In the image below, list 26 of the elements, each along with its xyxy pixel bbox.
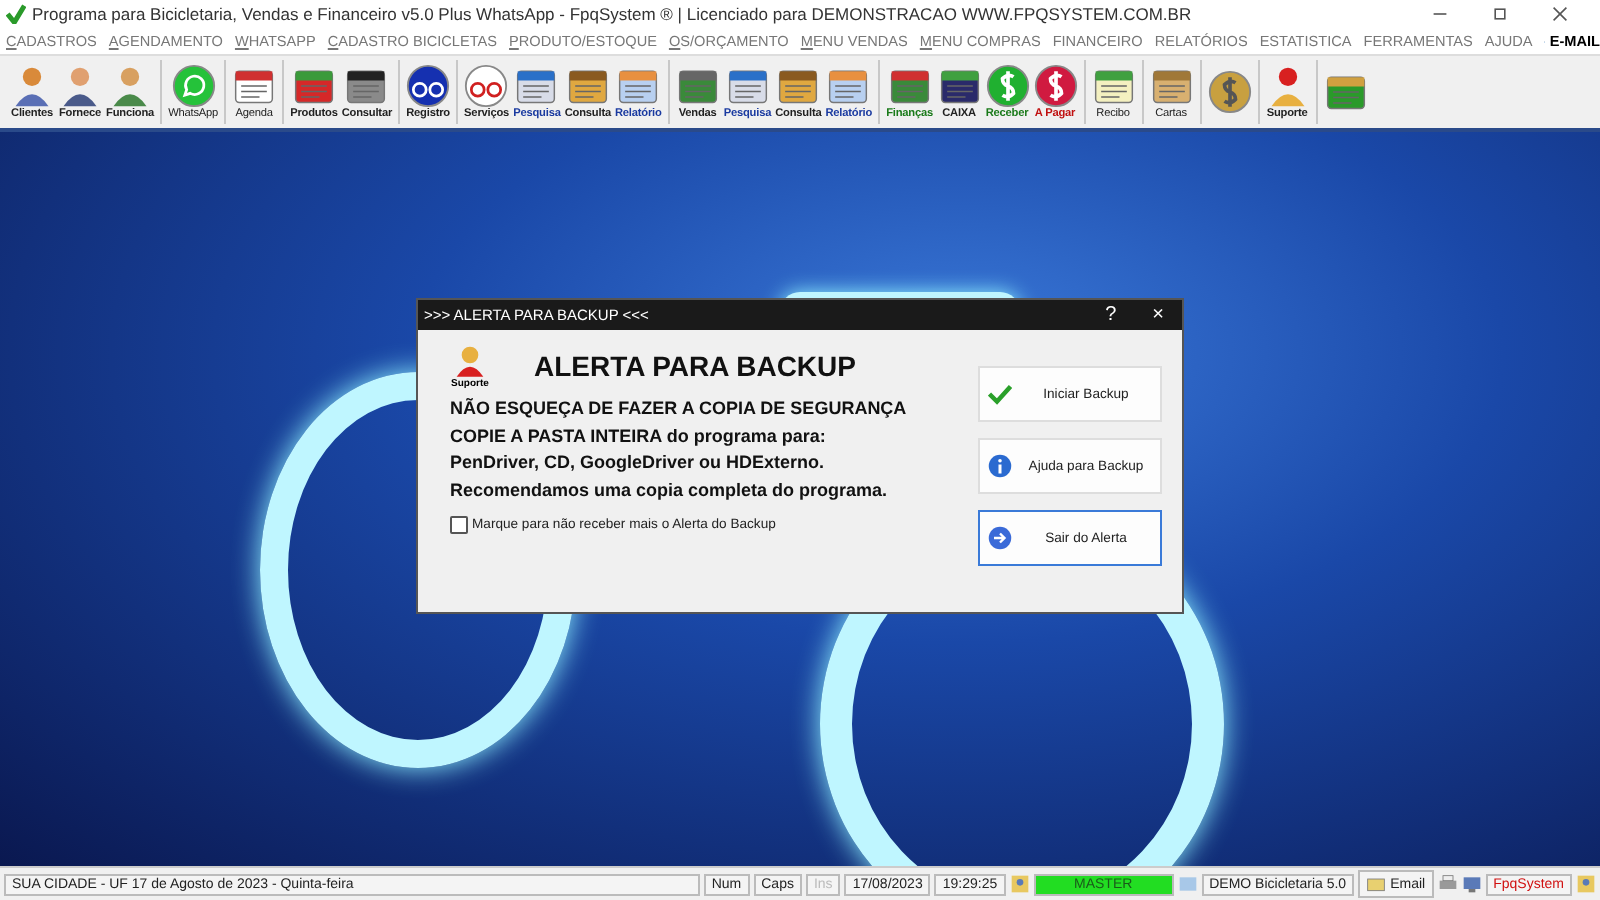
close-button[interactable]: × [1134, 305, 1182, 325]
window-title: Programa para Bicicletaria, Vendas e Financeiro v5.0 Plus WhatsApp - FpqSystem ® | Licenciado para DEMONSTRACAO WWW.FPQSYSTEM.COM.BR [32, 4, 1194, 24]
bicycle-icon [464, 64, 509, 108]
user-icon [1009, 874, 1030, 894]
arrow-right-icon [988, 526, 1012, 550]
checkbox[interactable] [450, 516, 468, 534]
message-line: Recomendamos uma copia completa do programa. [450, 477, 890, 504]
message-line: PenDriver, CD, GoogleDriver ou HDExterno. [450, 450, 827, 476]
message-line: NÃO ESQUEÇA DE FAZER A COPIA DE SEGURANÇA [450, 396, 909, 422]
dialog-heading: ALERTA PARA BACKUP [534, 350, 856, 382]
coin-icon [1207, 70, 1252, 114]
mail-icon [1366, 874, 1387, 894]
info-icon [988, 454, 1012, 478]
person-icon [58, 64, 102, 108]
bicycle-icon [406, 64, 451, 108]
chat-icon [171, 64, 216, 108]
message-line: COPIE A PASTA INTEIRA do programa para: [450, 423, 828, 450]
people-icon [10, 64, 54, 108]
monitor-icon[interactable] [1461, 874, 1482, 894]
restore-icon[interactable] [1492, 6, 1508, 22]
check-icon [988, 382, 1012, 406]
coin-button[interactable] [1205, 70, 1254, 114]
help-button[interactable]: ? [1087, 305, 1135, 325]
app-logo-icon [6, 4, 26, 24]
user-icon [1576, 874, 1596, 894]
close-icon[interactable] [1552, 6, 1568, 22]
